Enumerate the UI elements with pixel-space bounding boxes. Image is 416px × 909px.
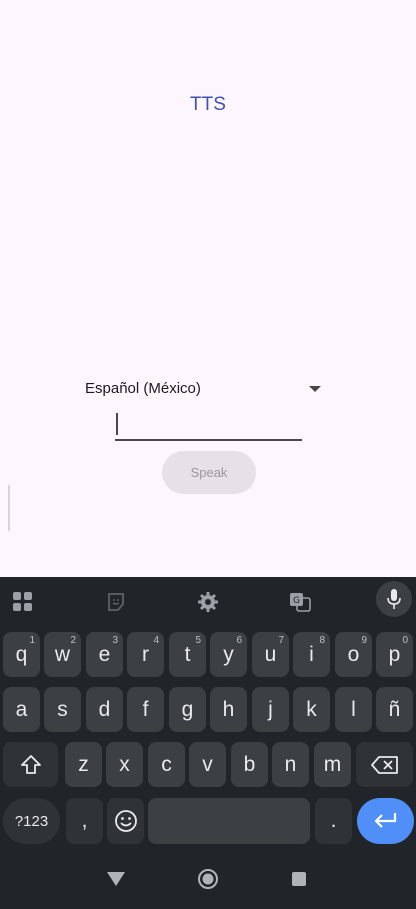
key-x[interactable]: x [106,742,143,787]
recents-nav-icon[interactable] [288,868,310,890]
key-label: p [388,642,401,666]
dropdown-arrow-icon [309,386,321,392]
text-input[interactable] [115,410,302,441]
key-j[interactable]: j [252,687,289,732]
app-screen: TTS Español (México) Speak [0,0,416,577]
key-c[interactable]: c [148,742,185,787]
key-hint: 5 [195,635,201,646]
key-h[interactable]: h [210,687,247,732]
key-n-tilde[interactable]: ñ [376,687,413,732]
language-spinner-value: Español (México) [85,380,201,397]
key-f[interactable]: f [127,687,164,732]
key-q[interactable]: q1 [3,632,40,677]
key-hint: 8 [319,635,325,646]
apps-grid-icon[interactable] [11,590,35,614]
key-a[interactable]: a [3,687,40,732]
key-label: t [184,642,191,666]
key-s[interactable]: s [44,687,81,732]
settings-gear-icon[interactable] [196,590,220,614]
sticker-icon[interactable] [104,590,128,614]
key-hint: 6 [236,635,242,646]
key-g[interactable]: g [169,687,206,732]
key-k[interactable]: k [293,687,330,732]
mic-button[interactable] [376,581,412,617]
text-cursor [116,413,118,435]
key-u[interactable]: u7 [252,632,289,677]
enter-key[interactable] [357,798,414,844]
back-nav-icon[interactable] [105,868,127,890]
key-hint: 3 [112,635,118,646]
key-label: r [142,642,149,666]
key-label: y [223,642,234,666]
backspace-icon [370,755,398,774]
language-spinner[interactable]: Español (México) [85,378,325,402]
key-m[interactable]: m [314,742,351,787]
key-label: w [54,642,71,666]
key-hint: 7 [278,635,284,646]
speak-button[interactable]: Speak [162,451,256,494]
enter-icon [374,813,396,828]
key-y[interactable]: y6 [210,632,247,677]
key-i[interactable]: i8 [293,632,330,677]
key-label: u [264,642,277,666]
key-label: q [15,642,28,666]
key-z[interactable]: z [65,742,102,787]
period-key[interactable]: . [315,798,352,844]
key-o[interactable]: o9 [335,632,372,677]
key-v[interactable]: v [189,742,226,787]
emoji-key[interactable] [107,798,144,844]
key-hint: 1 [29,635,35,646]
key-d[interactable]: d [86,687,123,732]
backspace-key[interactable] [356,742,413,787]
scroll-indicator [8,485,10,531]
key-hint: 4 [153,635,159,646]
comma-key[interactable]: , [66,798,103,844]
key-n[interactable]: n [272,742,309,787]
key-p[interactable]: p0 [376,632,413,677]
space-bar[interactable] [148,798,310,844]
key-hint: 0 [402,635,408,646]
key-l[interactable]: l [335,687,372,732]
key-label: i [309,642,314,666]
svg-text:G: G [293,596,300,606]
emoji-icon [114,810,137,832]
translate-icon[interactable]: G [288,590,312,614]
key-label: e [98,642,111,666]
key-hint: 2 [70,635,76,646]
app-title: TTS [190,94,226,115]
symbols-key[interactable]: ?123 [3,798,60,844]
key-w[interactable]: w2 [44,632,81,677]
key-e[interactable]: e3 [86,632,123,677]
key-label: o [347,642,360,666]
key-b[interactable]: b [231,742,268,787]
key-t[interactable]: t5 [169,632,206,677]
key-hint: 9 [361,635,367,646]
shift-icon [20,754,41,774]
key-r[interactable]: r4 [127,632,164,677]
shift-key[interactable] [3,742,58,787]
mic-icon [387,589,401,609]
home-nav-icon[interactable] [197,868,219,890]
